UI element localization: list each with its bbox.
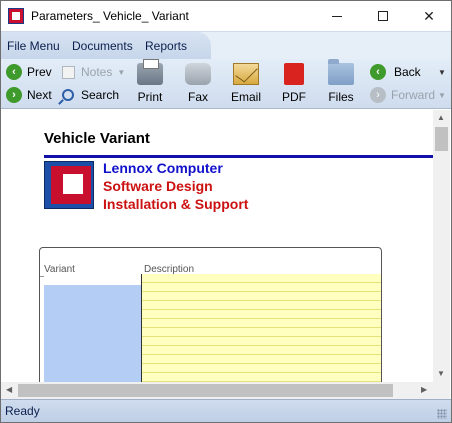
next-button[interactable]: › Next bbox=[6, 85, 52, 105]
status-bar: Ready bbox=[1, 399, 451, 422]
minimize-icon bbox=[332, 15, 342, 17]
email-label: Email bbox=[230, 90, 261, 104]
horizontal-scroll-thumb[interactable] bbox=[18, 384, 393, 397]
document-view[interactable]: Vehicle Variant Lennox Computer Software… bbox=[1, 110, 451, 399]
back-label: Back bbox=[394, 65, 421, 79]
menu-reports[interactable]: Reports bbox=[145, 39, 187, 53]
minimize-button[interactable] bbox=[314, 1, 360, 31]
menu-file[interactable]: File Menu bbox=[7, 39, 60, 53]
scroll-right-icon[interactable]: ▶ bbox=[421, 385, 427, 394]
forward-button[interactable]: › Forward bbox=[370, 85, 435, 105]
files-label: Files bbox=[328, 90, 354, 104]
page-title: Vehicle Variant bbox=[44, 130, 150, 147]
variant-grid: Variant Description bbox=[39, 247, 382, 399]
toolbar: ‹ Prev › Next Notes ▼ Search Print Fax E… bbox=[1, 59, 451, 109]
scroll-left-icon[interactable]: ◀ bbox=[6, 385, 12, 394]
prev-button[interactable]: ‹ Prev bbox=[6, 62, 52, 82]
pdf-button[interactable]: PDF bbox=[272, 62, 316, 106]
files-button[interactable]: Files bbox=[319, 59, 363, 106]
scroll-up-icon[interactable]: ▲ bbox=[437, 113, 445, 122]
folder-icon bbox=[328, 59, 354, 85]
search-icon bbox=[60, 87, 76, 103]
notes-button[interactable]: Notes ▼ bbox=[60, 62, 125, 82]
scroll-down-icon[interactable]: ▼ bbox=[437, 369, 445, 378]
notes-label: Notes bbox=[81, 65, 113, 79]
arrow-right-icon: › bbox=[6, 87, 22, 103]
print-label: Print bbox=[137, 90, 163, 104]
forward-dropdown-icon[interactable]: ▼ bbox=[438, 91, 446, 100]
vertical-scrollbar[interactable]: ▲ ▼ bbox=[433, 110, 450, 382]
title-divider bbox=[44, 155, 433, 158]
app-window: Parameters_ Vehicle_ Variant ✕ File Menu… bbox=[0, 0, 452, 423]
company-logo bbox=[44, 161, 94, 209]
column-header-variant: Variant bbox=[44, 264, 75, 275]
status-text: Ready bbox=[5, 404, 40, 418]
forward-arrow-icon: › bbox=[370, 87, 386, 103]
chevron-down-icon: ▼ bbox=[117, 67, 126, 77]
email-icon bbox=[233, 63, 259, 85]
window-title: Parameters_ Vehicle_ Variant bbox=[31, 9, 189, 23]
search-label: Search bbox=[81, 88, 120, 102]
arrow-left-icon: ‹ bbox=[6, 64, 22, 80]
pdf-icon bbox=[284, 63, 304, 85]
printer-icon bbox=[137, 59, 163, 85]
fax-icon bbox=[185, 63, 211, 85]
back-dropdown-icon[interactable]: ▼ bbox=[438, 68, 446, 77]
scroll-corner bbox=[433, 382, 450, 399]
print-button[interactable]: Print bbox=[128, 59, 172, 106]
company-line-1: Lennox Computer bbox=[103, 160, 223, 176]
next-label: Next bbox=[27, 88, 52, 102]
prev-label: Prev bbox=[27, 65, 52, 79]
forward-label: Forward bbox=[391, 88, 436, 102]
email-button[interactable]: Email bbox=[224, 62, 268, 106]
back-button[interactable]: ‹ Back bbox=[370, 62, 421, 82]
resize-grip-icon[interactable] bbox=[437, 409, 447, 419]
notes-icon bbox=[60, 64, 76, 80]
title-bar: Parameters_ Vehicle_ Variant ✕ bbox=[1, 1, 451, 31]
fax-button[interactable]: Fax bbox=[176, 62, 220, 106]
search-button[interactable]: Search bbox=[60, 85, 119, 105]
company-line-2: Software Design bbox=[103, 178, 213, 194]
fax-label: Fax bbox=[187, 90, 208, 104]
pdf-label: PDF bbox=[282, 90, 306, 104]
menu-documents[interactable]: Documents bbox=[72, 39, 133, 53]
app-logo-icon[interactable] bbox=[8, 8, 24, 24]
vertical-scroll-thumb[interactable] bbox=[435, 127, 448, 151]
company-line-3: Installation & Support bbox=[103, 196, 249, 212]
maximize-icon bbox=[378, 11, 388, 21]
maximize-button[interactable] bbox=[360, 1, 406, 31]
description-column[interactable] bbox=[141, 274, 381, 399]
close-icon: ✕ bbox=[423, 7, 435, 24]
back-arrow-icon: ‹ bbox=[370, 64, 386, 80]
close-button[interactable]: ✕ bbox=[406, 1, 452, 31]
menu-bar: File Menu Documents Reports bbox=[1, 31, 451, 60]
horizontal-scrollbar[interactable]: ◀ ▶ bbox=[1, 382, 433, 399]
